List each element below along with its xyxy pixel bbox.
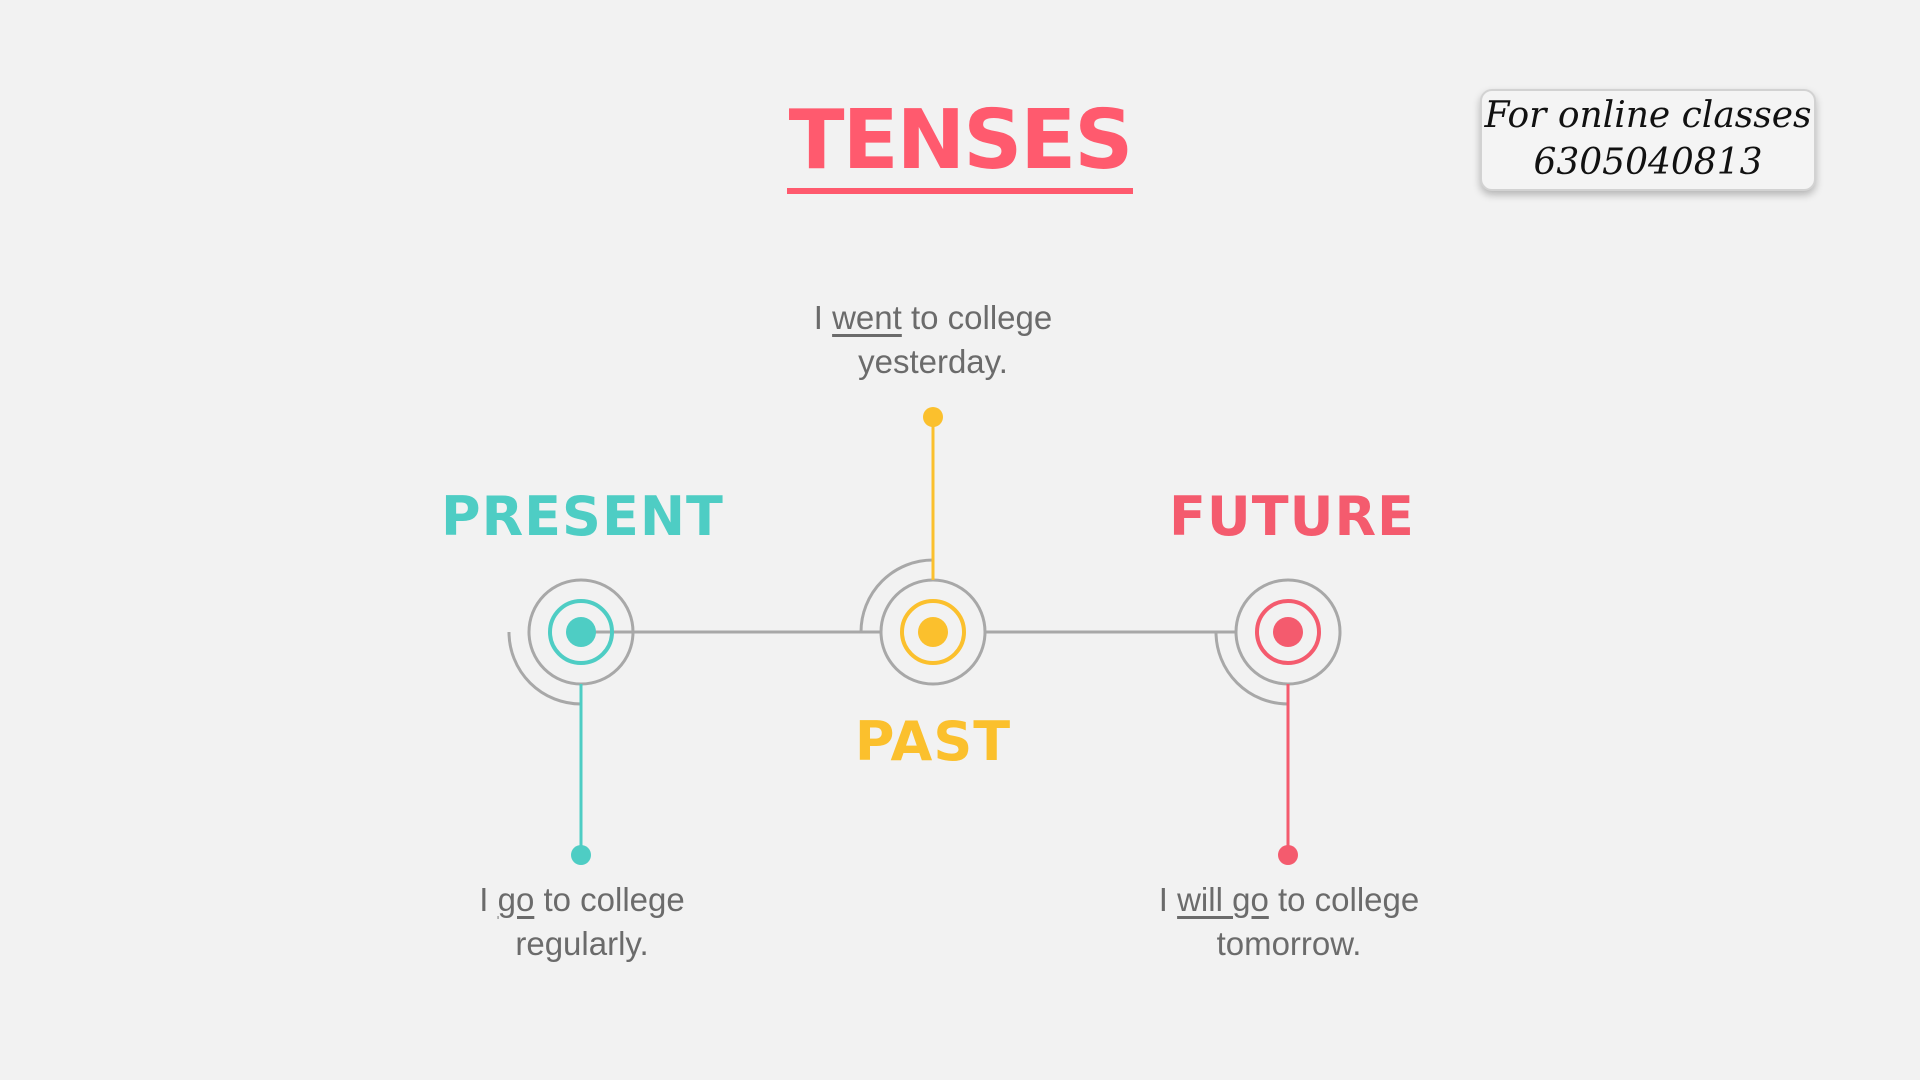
past-example-rest: to college bbox=[901, 299, 1053, 336]
future-end-dot bbox=[1278, 845, 1298, 865]
future-label: FUTURE bbox=[1169, 485, 1415, 548]
past-label: PAST bbox=[854, 710, 1012, 773]
future-dot bbox=[1273, 617, 1303, 647]
future-node bbox=[1214, 578, 1342, 865]
past-node bbox=[859, 407, 987, 686]
past-end-dot bbox=[923, 407, 943, 427]
present-example-rest: to college bbox=[534, 881, 685, 918]
future-example-rest: to college bbox=[1268, 881, 1420, 918]
past-example: I went to college yesterday. bbox=[753, 296, 1113, 384]
future-example-line-2: tomorrow. bbox=[1216, 925, 1362, 962]
present-label: PRESENT bbox=[441, 485, 724, 548]
past-example-prefix: I bbox=[813, 299, 833, 336]
present-example-verb: go bbox=[497, 881, 535, 918]
past-dot bbox=[918, 617, 948, 647]
present-example: I go to college regularly. bbox=[402, 878, 762, 966]
present-example-prefix: I bbox=[479, 881, 498, 918]
present-end-dot bbox=[571, 845, 591, 865]
timeline-diagram bbox=[507, 407, 1342, 865]
past-example-line-2: yesterday. bbox=[858, 343, 1008, 380]
present-example-line-2: regularly. bbox=[515, 925, 649, 962]
past-example-line-1: I went to college bbox=[753, 296, 1113, 340]
tenses-slide: TENSES For online classes 6305040813 PRE… bbox=[0, 0, 1920, 1080]
future-example-verb: will go bbox=[1177, 881, 1269, 918]
present-example-line-1: I go to college bbox=[402, 878, 762, 922]
present-node bbox=[507, 578, 635, 865]
future-example: I will go to college tomorrow. bbox=[1109, 878, 1469, 966]
present-dot bbox=[566, 617, 596, 647]
future-example-prefix: I bbox=[1158, 881, 1178, 918]
future-example-line-1: I will go to college bbox=[1109, 878, 1469, 922]
past-example-verb: went bbox=[832, 299, 902, 336]
